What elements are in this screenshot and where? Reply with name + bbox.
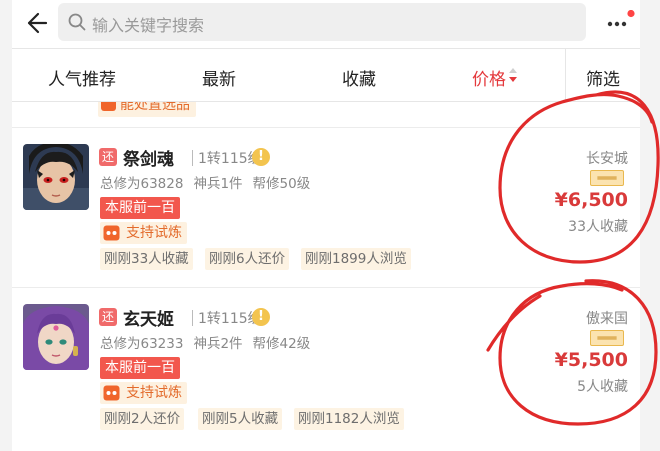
back-arrow-icon[interactable]	[22, 10, 48, 36]
rank-badge: 本服前一百	[100, 197, 180, 219]
trial-tag: 支持试炼	[100, 382, 187, 404]
total-cultivation: 总修为63828	[100, 176, 184, 192]
search-icon	[68, 13, 86, 31]
divider	[192, 310, 193, 326]
divider	[192, 150, 193, 166]
quality-seal-icon	[590, 170, 624, 186]
list-item-partial[interactable]: 能处置选品	[12, 102, 640, 128]
search-placeholder: 输入关键字搜索	[92, 16, 205, 35]
item-name: 祭剑魂	[123, 150, 174, 170]
item-stats: 总修为63828 神兵1件 帮修50级	[100, 172, 320, 192]
server-name: 傲来国	[586, 311, 628, 327]
trial-label: 支持试炼	[126, 385, 182, 401]
warning-icon[interactable]: !	[252, 308, 270, 326]
trial-tag: 支持试炼	[100, 222, 187, 244]
avatar	[23, 304, 89, 370]
tab-favorites[interactable]: 收藏	[342, 65, 376, 90]
item-name: 玄天姬	[123, 310, 174, 330]
activity-chip: 刚刚6人还价	[205, 248, 290, 270]
activity-chip: 刚刚2人还价	[100, 408, 185, 430]
rank-badge: 本服前一百	[100, 357, 180, 379]
trial-label: 支持试炼	[126, 225, 182, 241]
trial-icon	[103, 385, 120, 401]
divine-weapons: 神兵1件	[193, 176, 243, 192]
filter-button[interactable]: 筛选	[586, 65, 620, 90]
return-tag: 还	[99, 148, 117, 166]
app-page: 输入关键字搜索 人气推荐 最新 收藏 价格 筛选 能处置选品 还 祭剑魂 1转1…	[12, 0, 640, 451]
warning-icon[interactable]: !	[252, 148, 270, 166]
sort-arrows-icon	[509, 68, 517, 82]
quality-seal-icon	[590, 330, 624, 346]
server-name: 长安城	[586, 151, 628, 167]
item-price: ¥6,500	[554, 189, 628, 211]
tab-divider	[565, 49, 566, 102]
partial-tag: 能处置选品	[98, 102, 196, 117]
divine-weapons: 神兵2件	[193, 336, 243, 352]
sort-tabs: 人气推荐 最新 收藏 价格 筛选	[12, 48, 640, 102]
activity-chip: 刚刚1182人浏览	[294, 408, 404, 430]
guild-cultivation: 帮修50级	[252, 176, 311, 192]
list-item[interactable]: 还 玄天姬 1转115级 ! 总修为63233 神兵2件 帮修42级 本服前一百 支…	[12, 288, 640, 451]
notification-dot-icon	[627, 10, 635, 18]
list-item[interactable]: 还 祭剑魂 1转115级 ! 总修为63828 神兵1件 帮修50级 本服前一百 支…	[12, 128, 640, 288]
item-stats: 总修为63233 神兵2件 帮修42级	[100, 332, 320, 352]
trial-icon	[103, 225, 120, 241]
item-price: ¥5,500	[554, 349, 628, 371]
return-tag: 还	[99, 308, 117, 326]
more-dots-icon[interactable]	[602, 10, 636, 38]
top-bar: 输入关键字搜索	[12, 0, 640, 48]
activity-chip: 刚刚33人收藏	[100, 248, 193, 270]
total-cultivation: 总修为63233	[100, 336, 184, 352]
search-input[interactable]: 输入关键字搜索	[58, 3, 586, 41]
activity-chip: 刚刚5人收藏	[198, 408, 283, 430]
tab-newest[interactable]: 最新	[202, 65, 236, 90]
favorite-count: 5人收藏	[577, 379, 628, 395]
avatar	[23, 144, 89, 210]
guild-cultivation: 帮修42级	[252, 336, 311, 352]
favorite-count: 33人收藏	[568, 219, 628, 235]
tab-popular[interactable]: 人气推荐	[48, 65, 116, 90]
activity-chip: 刚刚1899人浏览	[301, 248, 411, 270]
tab-price[interactable]: 价格	[472, 65, 506, 90]
